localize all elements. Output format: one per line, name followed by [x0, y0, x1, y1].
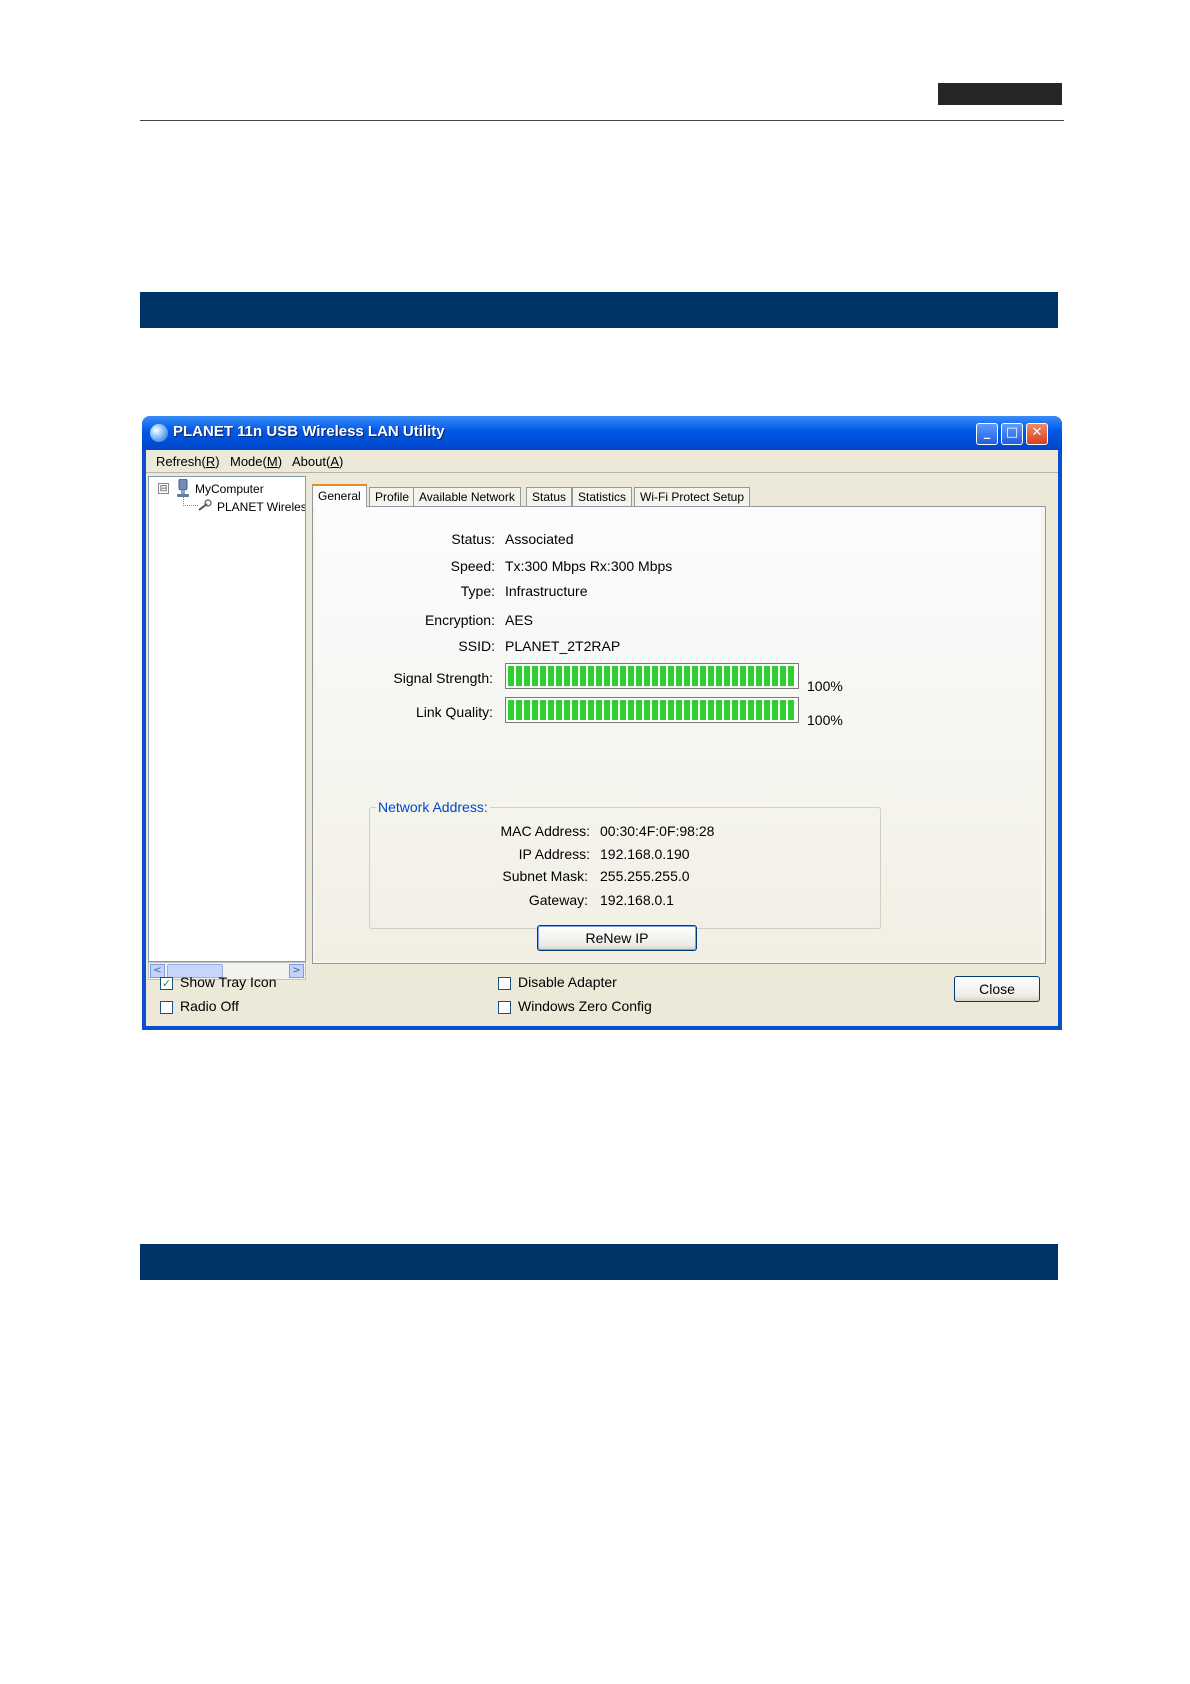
windows-zero-config-checkbox[interactable] — [498, 1001, 511, 1014]
network-address-group: Network Address: MAC Address: 00:30:4F:0… — [369, 799, 881, 929]
mask-label: Subnet Mask: — [502, 868, 588, 884]
windows-zero-config-label[interactable]: Windows Zero Config — [518, 998, 652, 1014]
signal-label: Signal Strength: — [393, 670, 493, 686]
link-quality-fill — [508, 700, 796, 720]
menu-about[interactable]: About(A) — [292, 454, 343, 469]
encryption-value: AES — [505, 612, 534, 628]
close-button[interactable]: Close — [954, 976, 1040, 1002]
general-panel-body: Status: Associated Speed: Tx:300 Mbps Rx… — [315, 507, 1041, 961]
menu-refresh[interactable]: Refresh(R) — [156, 454, 220, 469]
mac-value: 00:30:4F:0F:98:28 — [600, 823, 715, 839]
signal-percent: 100% — [807, 678, 843, 694]
wireless-adapter-icon — [198, 499, 212, 511]
ip-label: IP Address: — [518, 846, 590, 862]
link-quality-bar — [505, 697, 799, 723]
header-rule — [140, 120, 1064, 121]
tab-profile[interactable]: Profile — [369, 487, 416, 506]
radio-off-label[interactable]: Radio Off — [180, 998, 239, 1014]
app-icon — [150, 424, 168, 442]
tab-available-network[interactable]: Available Network — [413, 487, 521, 506]
renew-ip-button[interactable]: ReNew IP — [537, 925, 697, 951]
window-title: PLANET 11n USB Wireless LAN Utility — [173, 423, 445, 440]
close-window-button[interactable]: ✕ — [1026, 423, 1048, 445]
menu-mode[interactable]: Mode(M) — [230, 454, 282, 469]
utility-window: PLANET 11n USB Wireless LAN Utility _ □ … — [142, 416, 1062, 1030]
scroll-left-icon[interactable]: < — [150, 964, 165, 978]
show-tray-checkbox[interactable]: ✓ — [160, 977, 173, 990]
status-label: Status: — [451, 531, 495, 547]
mask-value: 255.255.255.0 — [600, 868, 690, 884]
disable-adapter-label[interactable]: Disable Adapter — [518, 974, 617, 990]
speed-value: Tx:300 Mbps Rx:300 Mbps — [505, 558, 673, 574]
show-tray-label[interactable]: Show Tray Icon — [180, 974, 277, 990]
speed-label: Speed: — [450, 558, 495, 574]
network-address-title: Network Address: — [376, 799, 490, 815]
quality-percent: 100% — [807, 712, 843, 728]
status-value: Associated — [505, 531, 574, 547]
tree-item-adapter[interactable]: PLANET Wireless — [217, 500, 305, 514]
signal-strength-bar — [505, 663, 799, 689]
section-band-top — [140, 292, 1058, 328]
maximize-button[interactable]: □ — [1001, 423, 1023, 445]
section-band-bottom — [140, 1244, 1058, 1280]
encryption-label: Encryption: — [424, 612, 495, 628]
window-client: Refresh(R) Mode(M) About(A) ⊟ MyComputer… — [146, 450, 1058, 1026]
title-bar[interactable]: PLANET 11n USB Wireless LAN Utility _ □ … — [142, 416, 1062, 450]
tab-status[interactable]: Status — [526, 487, 573, 506]
minimize-button[interactable]: _ — [976, 423, 998, 445]
tree-collapse-icon[interactable]: ⊟ — [158, 483, 169, 494]
menu-bar: Refresh(R) Mode(M) About(A) — [146, 450, 1058, 473]
tree-item-mycomputer[interactable]: MyComputer — [195, 482, 264, 496]
gateway-label: Gateway: — [528, 892, 588, 908]
device-tree[interactable]: ⊟ MyComputer PLANET Wireless — [148, 476, 306, 962]
type-value: Infrastructure — [505, 583, 588, 599]
disable-adapter-checkbox[interactable] — [498, 977, 511, 990]
tab-general[interactable]: General — [312, 484, 367, 507]
general-panel: Status: Associated Speed: Tx:300 Mbps Rx… — [312, 506, 1046, 964]
ssid-value: PLANET_2T2RAP — [505, 638, 621, 654]
mac-label: MAC Address: — [500, 823, 590, 839]
signal-strength-fill — [508, 666, 796, 686]
ip-value: 192.168.0.190 — [600, 846, 690, 862]
tree-connector — [183, 495, 198, 506]
tab-wifi-protect-setup[interactable]: Wi-Fi Protect Setup — [634, 487, 751, 506]
gateway-value: 192.168.0.1 — [600, 892, 674, 908]
scroll-right-icon[interactable]: > — [289, 964, 304, 978]
tab-statistics[interactable]: Statistics — [572, 487, 633, 506]
header-block — [938, 83, 1062, 105]
radio-off-checkbox[interactable] — [160, 1001, 173, 1014]
type-label: Type: — [460, 583, 495, 599]
ssid-label: SSID: — [458, 638, 495, 654]
quality-label: Link Quality: — [415, 704, 493, 720]
